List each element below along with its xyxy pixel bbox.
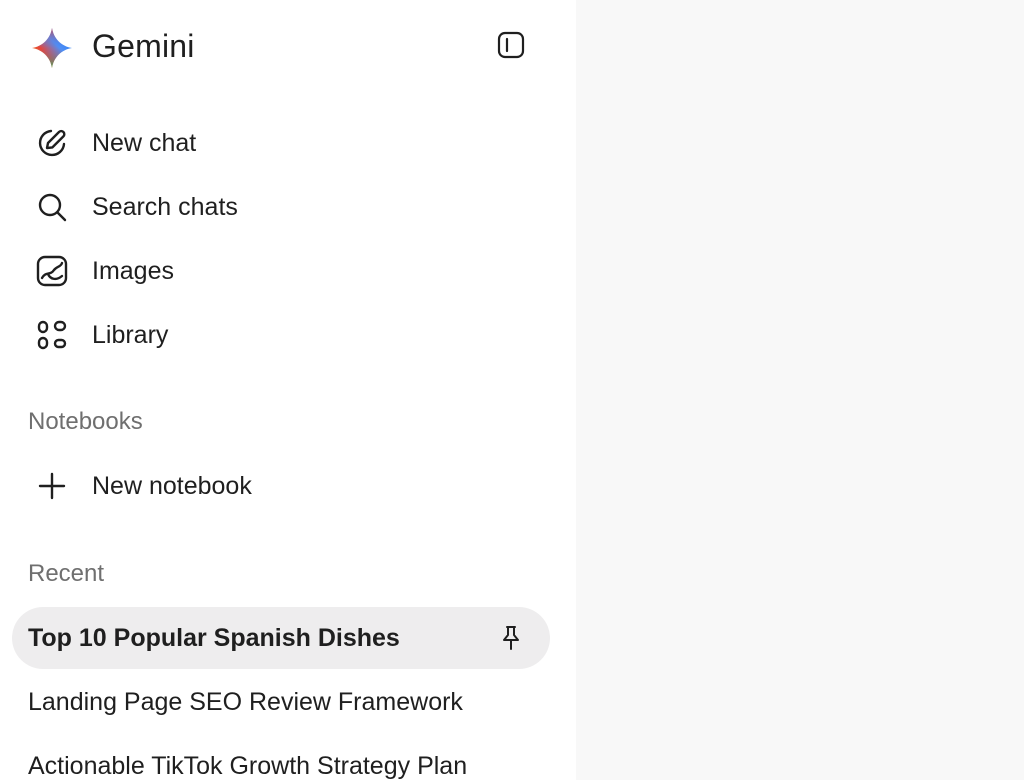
images-label: Images [92, 256, 174, 285]
new-chat-button[interactable]: New chat [12, 115, 550, 171]
new-chat-label: New chat [92, 128, 197, 157]
pin-icon[interactable] [500, 625, 522, 651]
library-button[interactable]: Library [12, 307, 550, 363]
sidebar: Gemini New chat Search chats Images Libr… [0, 0, 576, 780]
search-icon [32, 187, 72, 227]
recent-chat-item[interactable]: Top 10 Popular Spanish Dishes [12, 607, 550, 669]
library-label: Library [92, 320, 169, 349]
search-chats-button[interactable]: Search chats [12, 179, 550, 235]
main-content-area [576, 0, 1024, 780]
recent-section-title: Recent [28, 560, 105, 587]
recent-chat-item[interactable]: Actionable TikTok Growth Strategy Plan [12, 735, 550, 780]
sidebar-toggle-button[interactable] [490, 24, 532, 66]
sidebar-header: Gemini [0, 0, 576, 92]
recent-chat-title: Landing Page SEO Review Framework [28, 687, 463, 716]
new-notebook-button[interactable]: New notebook [12, 458, 550, 514]
notebooks-section-title: Notebooks [28, 408, 143, 435]
image-icon [32, 251, 72, 291]
plus-icon [32, 466, 72, 506]
images-button[interactable]: Images [12, 243, 550, 299]
search-chats-label: Search chats [92, 192, 238, 221]
sidebar-toggle-icon [497, 31, 525, 59]
recent-chat-title: Top 10 Popular Spanish Dishes [28, 623, 400, 652]
app-window: Gemini New chat Search chats Images Libr… [0, 0, 1024, 780]
recent-chat-item[interactable]: Landing Page SEO Review Framework [12, 671, 550, 733]
gemini-spark-icon[interactable] [30, 26, 74, 70]
edit-pencil-icon [32, 123, 72, 163]
new-notebook-label: New notebook [92, 471, 252, 500]
library-grid-icon [32, 315, 72, 355]
recent-chat-title: Actionable TikTok Growth Strategy Plan [28, 751, 468, 780]
brand-title: Gemini [92, 28, 195, 64]
